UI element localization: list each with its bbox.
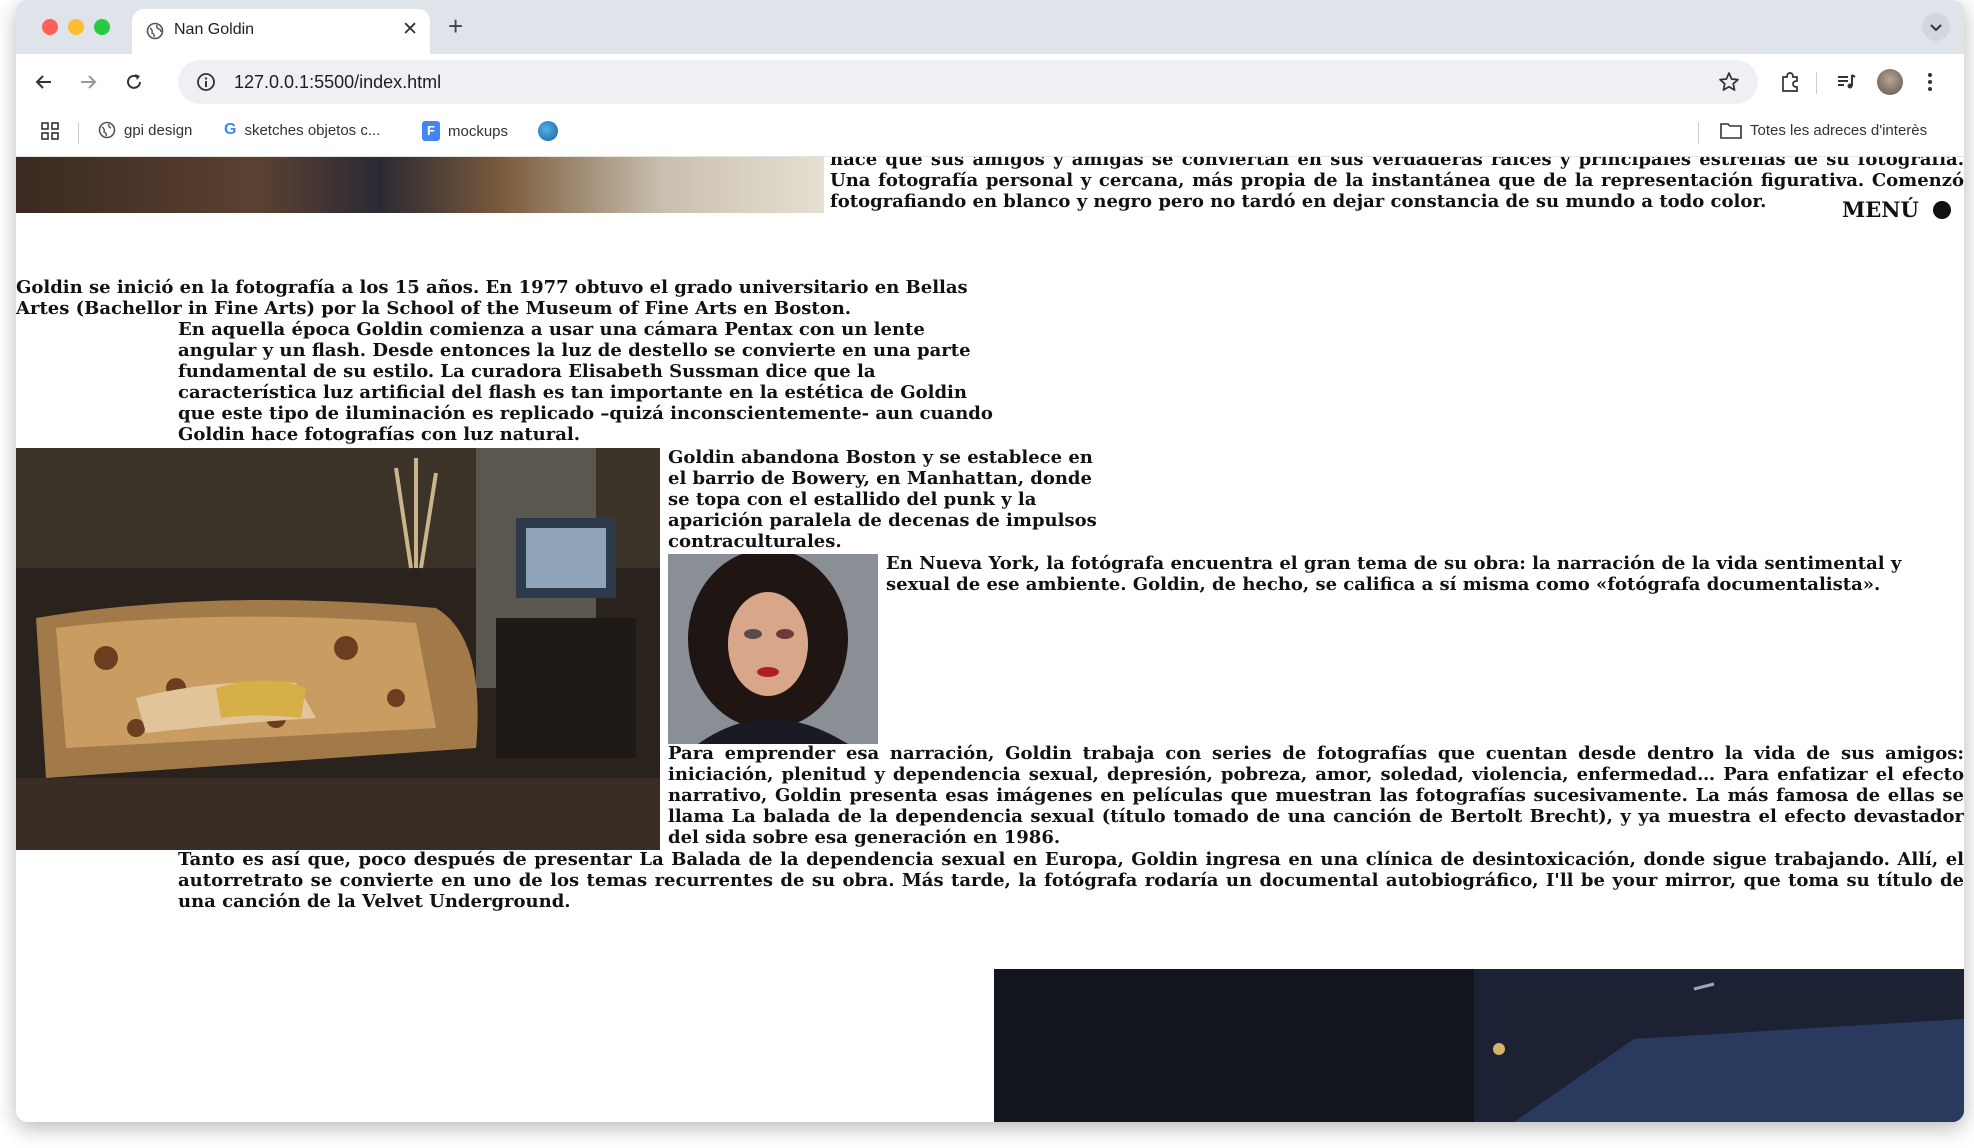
chevron-down-icon (1930, 24, 1942, 32)
avatar (1877, 69, 1903, 95)
new-tab-button[interactable]: + (448, 11, 463, 41)
minimize-window-button[interactable] (68, 19, 84, 35)
apps-button[interactable] (40, 121, 60, 141)
docs-icon: F (422, 121, 440, 141)
tab-nan-goldin[interactable]: Nan Goldin ✕ (132, 9, 430, 54)
photo-portrait-illustration (668, 554, 878, 744)
photo-self-portrait (668, 554, 878, 744)
menu-label: MENÚ (1842, 197, 1919, 222)
bookmarks-divider (78, 122, 79, 144)
close-tab-icon[interactable]: ✕ (402, 18, 418, 41)
globe-icon (146, 22, 164, 40)
paragraph-2: En aquella época Goldin comienza a usar … (178, 319, 993, 445)
bookmark-sketches[interactable]: G sketches objetos c... (224, 121, 380, 139)
paragraph-5: Para emprender esa narración, Goldin tra… (668, 743, 1964, 848)
paragraph-6: Tanto es así que, poco después de presen… (178, 849, 1964, 912)
all-bookmarks-button[interactable]: Totes les adreces d'interès (1720, 121, 1927, 139)
more-menu-button[interactable] (1914, 66, 1946, 98)
toolbar: 127.0.0.1:5500/index.html (16, 54, 1964, 110)
browser-window: Nan Goldin ✕ + 127.0.0.1:5500/index.html (16, 0, 1964, 1122)
bookmarks-bar: gpi design G sketches objetos c... F moc… (16, 110, 1964, 157)
media-control-button[interactable] (1830, 66, 1862, 98)
bookmark-label: gpi design (124, 121, 193, 139)
bookmark-label: sketches objetos c... (244, 121, 381, 139)
back-arrow-icon (35, 75, 51, 89)
reload-icon (127, 74, 141, 89)
puzzle-icon (1782, 72, 1798, 92)
top-paragraph: hace que sus amigos y amigas se conviert… (830, 157, 1964, 212)
bookmark-star-icon[interactable] (1718, 71, 1740, 93)
bookmark-gpi-design[interactable]: gpi design (98, 121, 192, 139)
photo-bottom-dark (994, 969, 1964, 1122)
playlist-icon (1838, 74, 1856, 89)
google-icon: G (224, 121, 237, 138)
menu-dot-icon (1932, 200, 1951, 219)
photo-sofa-illustration (16, 448, 660, 850)
profile-button[interactable] (1874, 66, 1906, 98)
photo-top-cropped (16, 157, 824, 213)
toolbar-divider (1816, 72, 1817, 94)
reload-button[interactable] (118, 66, 150, 98)
tab-search-button[interactable] (1922, 13, 1950, 41)
photo-dark-illustration (994, 969, 1964, 1122)
page-content: hace que sus amigos y amigas se conviert… (16, 157, 1964, 1122)
folder-icon (1720, 123, 1742, 139)
bookmark-mockups[interactable]: F mockups (422, 121, 508, 141)
world-icon (538, 121, 558, 141)
close-window-button[interactable] (42, 19, 58, 35)
site-info-icon[interactable] (196, 72, 216, 92)
photo-sofa (16, 448, 660, 850)
paragraph-4: En Nueva York, la fotógrafa encuentra el… (886, 553, 1902, 595)
paragraph-1: Goldin se inició en la fotografía a los … (16, 277, 968, 319)
tab-bar: Nan Goldin ✕ + (16, 0, 1964, 54)
bookmark-label: mockups (448, 122, 509, 140)
back-button[interactable] (28, 66, 60, 98)
bookmark-globe[interactable] (538, 121, 558, 141)
menu-button[interactable]: MENÚ (1842, 197, 1951, 222)
kebab-menu-icon (1928, 73, 1932, 91)
url-text[interactable]: 127.0.0.1:5500/index.html (234, 72, 441, 93)
extensions-button[interactable] (1774, 66, 1806, 98)
apps-grid-icon (41, 122, 59, 140)
address-bar[interactable]: 127.0.0.1:5500/index.html (178, 60, 1758, 104)
maximize-window-button[interactable] (94, 19, 110, 35)
globe-icon (98, 121, 116, 139)
forward-button[interactable] (72, 66, 104, 98)
forward-arrow-icon (81, 75, 97, 89)
paragraph-3: Goldin abandona Boston y se establece en… (668, 447, 1097, 552)
bookmarks-divider (1698, 122, 1699, 144)
all-bookmarks-label: Totes les adreces d'interès (1750, 121, 1928, 139)
tab-title: Nan Goldin (174, 21, 255, 38)
